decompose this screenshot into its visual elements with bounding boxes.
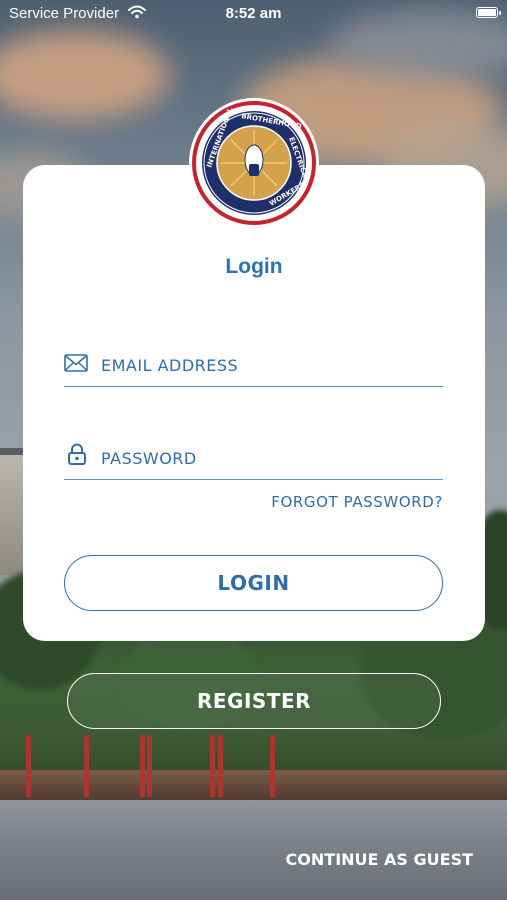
- post: [147, 735, 152, 797]
- ibew-logo: INTERNATIONAL BROTHERHOOD ELECTRICAL WOR…: [189, 98, 319, 228]
- status-bar: Service Provider 8:52 am: [0, 0, 507, 28]
- clock: 8:52 am: [225, 5, 282, 22]
- continue-as-guest-link[interactable]: CONTINUE AS GUEST: [286, 850, 473, 869]
- password-field: [64, 439, 443, 480]
- post: [84, 735, 89, 797]
- battery-icon: [476, 7, 501, 18]
- post: [140, 735, 145, 797]
- email-input[interactable]: [101, 350, 431, 380]
- lock-icon: [68, 443, 86, 465]
- envelope-icon: [64, 354, 88, 372]
- login-title: Login: [225, 255, 283, 278]
- login-button[interactable]: LOGIN: [64, 555, 443, 611]
- register-button[interactable]: REGISTER: [67, 673, 441, 729]
- email-field: [64, 346, 443, 387]
- post: [270, 735, 275, 797]
- forgot-password-link[interactable]: FORGOT PASSWORD?: [271, 493, 443, 511]
- post: [26, 735, 31, 797]
- post: [218, 735, 223, 797]
- password-input[interactable]: [101, 443, 431, 473]
- post: [210, 735, 215, 797]
